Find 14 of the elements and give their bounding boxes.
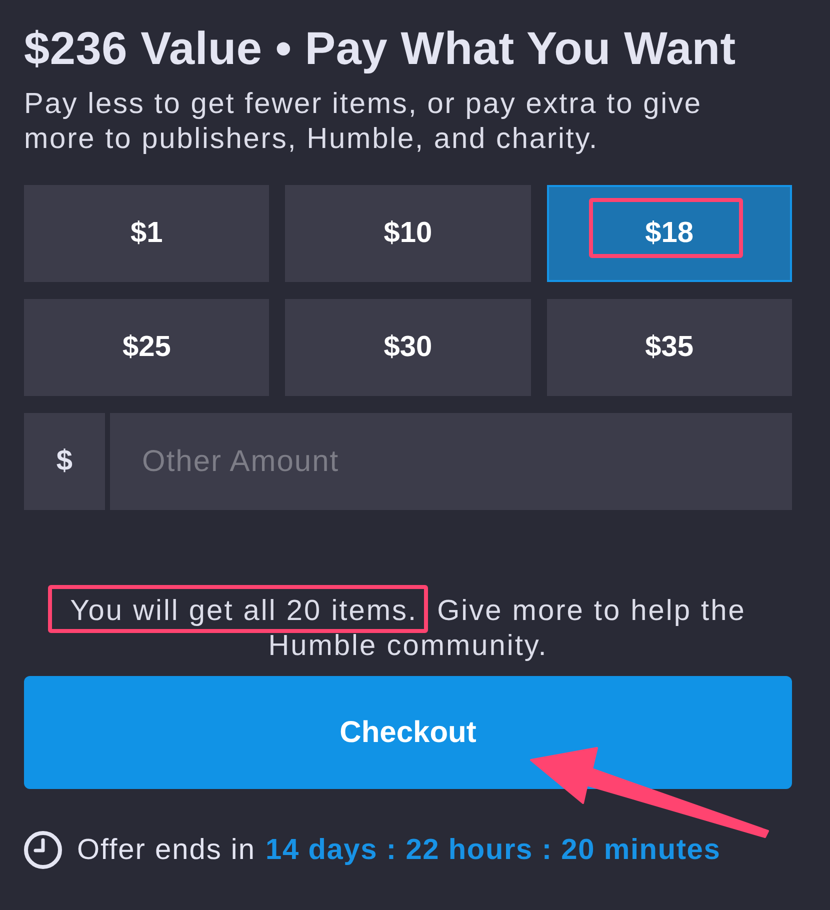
price-option-button[interactable]: $35 [546, 299, 792, 396]
clock-icon [24, 831, 62, 869]
currency-prefix: $ [24, 413, 105, 510]
countdown-text: 14 days : 22 hours : 20 minutes [266, 834, 721, 866]
price-option-button[interactable]: $30 [285, 299, 531, 396]
price-option-button[interactable]: $25 [24, 299, 270, 396]
notice-text: You will get all 20 items. Give more to help the Humble community. [43, 586, 773, 664]
description-text: Pay less to get fewer items, or pay extra to give more to publishers, Humble, and charity. [24, 87, 703, 157]
page-title: $236 Value • Pay What You Want [24, 22, 736, 74]
other-amount-field[interactable]: Other Amount [110, 413, 792, 510]
price-option-button[interactable]: $10 [285, 185, 531, 282]
price-option-button[interactable]: $1 [24, 185, 270, 282]
offer-label: Offer ends in [77, 834, 256, 866]
price-option-button[interactable]: $18 [546, 185, 792, 282]
